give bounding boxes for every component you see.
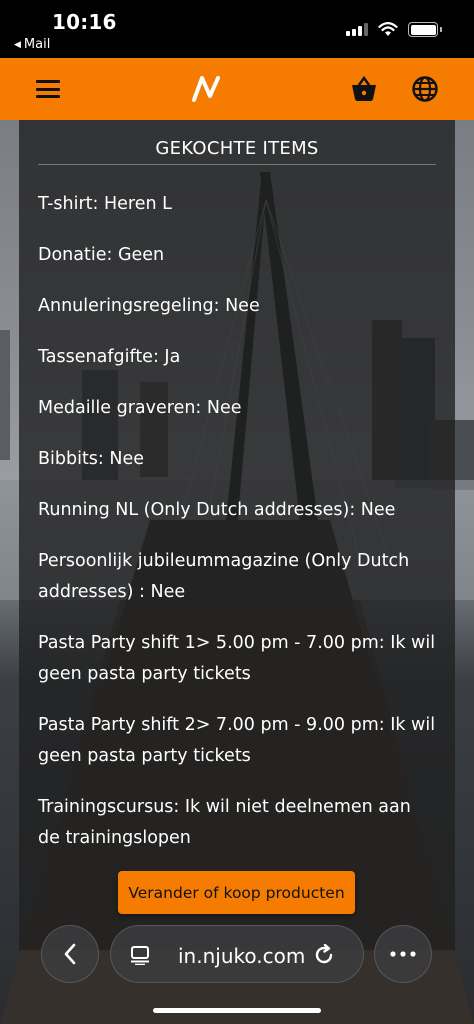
reload-icon[interactable] bbox=[313, 944, 335, 966]
panel-title: GEKOCHTE ITEMS bbox=[155, 138, 319, 159]
list-item: Medaille graveren: Nee bbox=[38, 398, 242, 418]
back-to-mail-button[interactable]: ◀ Mail bbox=[14, 37, 50, 52]
cellular-signal-icon bbox=[346, 23, 368, 36]
list-item: Persoonlijk jubileummagazine (Only Dutch… bbox=[38, 551, 410, 602]
list-item: Bibbits: Nee bbox=[38, 449, 145, 469]
purchased-items-panel: GEKOCHTE ITEMS T-shirt: Heren L Donatie:… bbox=[19, 120, 455, 950]
back-triangle-icon: ◀ bbox=[14, 39, 21, 50]
list-item: Pasta Party shift 1> 5.00 pm - 7.00 pm: … bbox=[38, 633, 436, 684]
list-item: Pasta Party shift 2> 7.00 pm - 9.00 pm: … bbox=[38, 715, 436, 766]
list-item: Trainingscursus: Ik wil niet deelnemen a… bbox=[38, 797, 411, 848]
home-indicator[interactable] bbox=[153, 1008, 321, 1013]
browser-back-button[interactable] bbox=[41, 925, 99, 983]
change-or-buy-products-button[interactable]: Verander of koop producten bbox=[118, 871, 355, 914]
status-icons bbox=[346, 22, 442, 37]
status-time: 10:16 bbox=[52, 10, 117, 34]
url-text: in.njuko.com bbox=[178, 944, 306, 968]
app-header bbox=[0, 58, 474, 120]
back-app-label: Mail bbox=[23, 37, 51, 52]
chevron-left-icon bbox=[64, 943, 76, 965]
hamburger-menu-icon[interactable] bbox=[36, 80, 60, 98]
list-item: Donatie: Geen bbox=[38, 245, 165, 265]
address-bar[interactable]: in.njuko.com bbox=[110, 925, 364, 983]
purchased-items-list: T-shirt: Heren L Donatie: Geen Annulerin… bbox=[38, 189, 438, 874]
globe-icon[interactable] bbox=[411, 75, 439, 103]
battery-icon bbox=[408, 22, 442, 37]
browser-toolbar: in.njuko.com bbox=[0, 922, 474, 1024]
wifi-icon bbox=[378, 22, 398, 36]
list-item: Running NL (Only Dutch addresses): Nee bbox=[38, 500, 396, 520]
list-item: Annuleringsregeling: Nee bbox=[38, 296, 260, 316]
list-item: T-shirt: Heren L bbox=[38, 194, 172, 214]
njuko-logo-icon[interactable] bbox=[190, 74, 224, 104]
browser-more-button[interactable] bbox=[374, 925, 432, 983]
ios-status-bar: 10:16 ◀ Mail bbox=[0, 0, 474, 58]
reader-mode-icon[interactable] bbox=[130, 945, 150, 965]
list-item: Tassenafgifte: Ja bbox=[38, 347, 181, 367]
more-dots-icon bbox=[390, 951, 416, 957]
title-divider bbox=[38, 164, 436, 165]
basket-icon[interactable] bbox=[350, 75, 378, 103]
